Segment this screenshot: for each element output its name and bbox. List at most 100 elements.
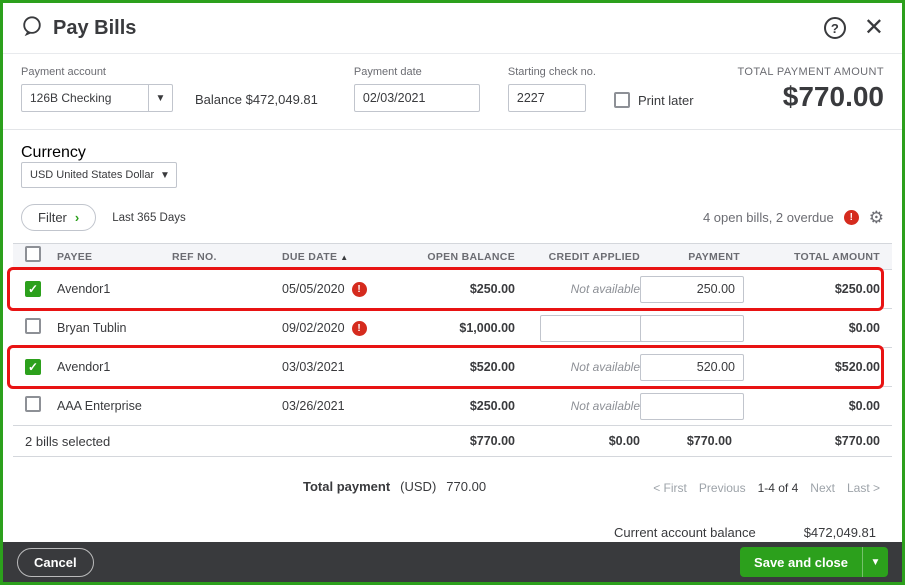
filter-button[interactable]: Filter › <box>21 204 97 231</box>
pagination-first[interactable]: < First <box>653 481 687 495</box>
current-account-balance-value: $472,049.81 <box>803 525 876 540</box>
payee-cell: Avendor1 <box>57 282 111 296</box>
payment-input[interactable] <box>640 275 744 303</box>
currency-select[interactable]: USD United States Dollar ▼ <box>21 162 177 188</box>
chevron-right-icon: › <box>74 210 80 225</box>
payment-account-label: Payment account <box>21 66 106 78</box>
bills-selected-count: 2 bills selected <box>25 433 111 449</box>
payment-account-field: Payment account 126B Checking ▼ <box>21 66 173 112</box>
pagination-next[interactable]: Next <box>810 481 835 495</box>
credit-applied-cell: Not available <box>570 282 640 296</box>
bills-table: PAYEE REF NO. DUE DATE ▲ OPEN BALANCE CRE… <box>7 243 892 457</box>
chevron-down-icon[interactable]: ▼ <box>148 85 172 111</box>
column-header-credit-applied[interactable]: CREDIT APPLIED <box>527 251 652 263</box>
pay-bills-dialog: Pay Bills ? ✕ Payment account 126B Check… <box>0 0 905 585</box>
sort-ascending-icon: ▲ <box>340 252 349 262</box>
filter-range-label: Last 365 Days <box>112 211 186 224</box>
filter-button-label: Filter <box>38 210 67 225</box>
total-payment-amount: TOTAL PAYMENT AMOUNT $770.00 <box>737 66 884 113</box>
payment-date-input[interactable] <box>353 84 480 112</box>
gear-icon[interactable]: ⚙ <box>869 209 884 226</box>
payee-cell: Avendor1 <box>57 360 111 374</box>
table-row: Avendor1 05/05/2020 ! $250.00 Not availa… <box>7 267 892 311</box>
currency-section: Currency USD United States Dollar ▼ <box>3 130 902 198</box>
page-title: Pay Bills <box>53 16 137 39</box>
current-account-balance: Current account balance $472,049.81 <box>614 525 876 540</box>
row-checkbox[interactable] <box>25 359 41 375</box>
summary-total-amount: $770.00 <box>834 434 880 448</box>
total-payment-value: $770.00 <box>782 81 884 112</box>
pagination-last[interactable]: Last > <box>847 481 880 495</box>
currency-label: Currency <box>21 144 86 161</box>
currency-value: USD United States Dollar <box>30 169 154 181</box>
quickbooks-logo-icon <box>21 15 43 42</box>
total-amount-cell: $0.00 <box>848 321 880 335</box>
starting-check-label: Starting check no. <box>507 66 596 78</box>
table-row: AAA Enterprise 03/26/2021 ! $250.00 Not … <box>13 387 892 426</box>
table-row: Avendor1 03/03/2021 ! $520.00 Not availa… <box>7 345 892 389</box>
payee-cell: Bryan Tublin <box>57 321 127 335</box>
due-date-cell: 03/03/2021 ! <box>282 360 345 374</box>
payment-account-value: 126B Checking <box>30 91 112 105</box>
print-later-checkbox[interactable] <box>613 92 630 108</box>
open-balance-cell: $250.00 <box>469 399 515 413</box>
row-checkbox[interactable] <box>25 317 41 334</box>
pagination: < First Previous 1-4 of 4 Next Last > <box>653 481 880 495</box>
payment-input[interactable] <box>640 392 744 420</box>
save-and-close-button-group: Save and close ▼ <box>740 547 888 577</box>
account-balance-text: Balance $472,049.81 <box>195 92 318 107</box>
column-header-payment[interactable]: PAYMENT <box>652 251 752 263</box>
total-payment-label: TOTAL PAYMENT AMOUNT <box>737 66 884 78</box>
overdue-alert-icon: ! <box>351 320 367 336</box>
filter-row: Filter › Last 365 Days 4 open bills, 2 o… <box>3 198 902 243</box>
cancel-button[interactable]: Cancel <box>17 547 94 577</box>
save-options-chevron-down-icon[interactable]: ▼ <box>862 547 888 577</box>
column-header-ref[interactable]: REF NO. <box>172 251 282 263</box>
column-header-payee[interactable]: PAYEE <box>57 251 172 263</box>
credit-applied-cell: Not available <box>570 399 640 413</box>
close-icon[interactable]: ✕ <box>864 16 884 40</box>
print-later-option: Print later <box>613 92 694 108</box>
open-balance-cell: $1,000.00 <box>459 321 515 335</box>
starting-check-field: Starting check no. <box>507 66 596 112</box>
pagination-range: 1-4 of 4 <box>757 481 799 495</box>
column-header-due-date[interactable]: DUE DATE ▲ <box>282 251 417 263</box>
column-header-open-balance[interactable]: OPEN BALANCE <box>417 251 527 263</box>
summary-credit-applied: $0.00 <box>608 434 640 448</box>
payee-cell: AAA Enterprise <box>57 399 142 413</box>
dialog-header: Pay Bills ? ✕ <box>3 3 902 53</box>
open-balance-cell: $250.00 <box>469 282 515 296</box>
credit-applied-cell: Not available <box>570 360 640 374</box>
credit-applied-input[interactable] <box>540 314 644 342</box>
overdue-alert-icon: ! <box>843 210 859 225</box>
total-payment-text-label: Total payment <box>303 479 391 494</box>
payment-form: Payment account 126B Checking ▼ Balance … <box>3 53 902 129</box>
table-row: Bryan Tublin 09/02/2020 ! $1,000.00 $0.0… <box>13 309 892 348</box>
table-summary-row: 2 bills selected $770.00 $0.00 $770.00 $… <box>13 426 892 457</box>
starting-check-input[interactable] <box>507 84 586 112</box>
pagination-previous[interactable]: Previous <box>699 481 746 495</box>
payment-date-field: Payment date <box>353 66 480 112</box>
help-icon[interactable]: ? <box>823 17 846 39</box>
column-header-total-amount[interactable]: TOTAL AMOUNT <box>752 251 892 263</box>
payment-input[interactable] <box>640 353 744 381</box>
overdue-alert-icon: ! <box>351 281 367 297</box>
total-payment-line: Total payment (USD) 770.00 <box>303 479 486 494</box>
total-amount-cell: $0.00 <box>848 399 880 413</box>
select-all-checkbox[interactable] <box>25 246 41 262</box>
print-later-label: Print later <box>637 92 694 108</box>
total-payment-currency: (USD) <box>400 479 437 494</box>
open-balance-cell: $520.00 <box>469 360 515 374</box>
save-and-close-button[interactable]: Save and close <box>740 547 862 577</box>
total-payment-number: 770.00 <box>446 479 487 494</box>
total-amount-cell: $250.00 <box>834 282 880 296</box>
footer-bar: Cancel Save and close ▼ <box>3 542 902 582</box>
payment-input[interactable] <box>640 314 744 342</box>
table-header-row: PAYEE REF NO. DUE DATE ▲ OPEN BALANCE CRE… <box>13 243 892 270</box>
current-account-balance-label: Current account balance <box>614 525 756 540</box>
payment-account-select[interactable]: 126B Checking ▼ <box>21 84 173 112</box>
chevron-down-icon: ▼ <box>160 169 170 181</box>
row-checkbox[interactable] <box>25 281 41 297</box>
row-checkbox[interactable] <box>25 395 41 412</box>
payment-date-label: Payment date <box>353 66 422 78</box>
